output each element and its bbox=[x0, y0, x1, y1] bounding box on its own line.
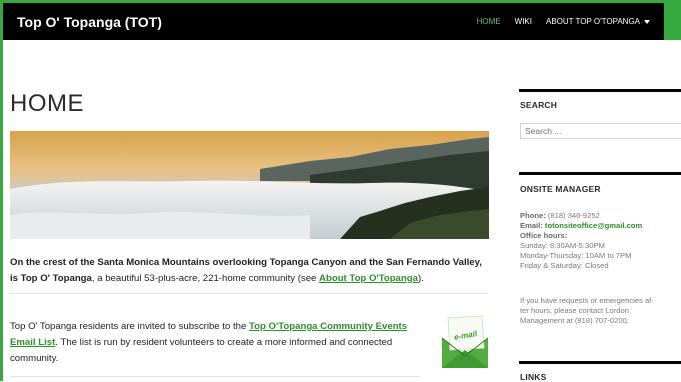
intro-paragraph: On the crest of the Santa Monica Mountai… bbox=[10, 255, 488, 287]
intro-text: , a beautiful 53-plus-acre, 221-home com… bbox=[91, 272, 320, 284]
phone-value: (818) 346-9252 bbox=[547, 211, 600, 220]
divider bbox=[10, 293, 488, 294]
promo-text: Top O' Topanga residents are invited to … bbox=[10, 320, 249, 332]
after-hours-line: ter hours, please contact Lordon bbox=[520, 306, 629, 315]
after-hours-note: If you have requests or emergencies af- … bbox=[520, 296, 681, 326]
sidebar-rule bbox=[519, 361, 681, 364]
hours-weekdays: Monday-Thursday: 10AM to 7PM bbox=[520, 251, 632, 260]
promo-tail: . The list is run by resident volunteers… bbox=[10, 336, 393, 364]
manager-email-link[interactable]: totonsiteoffice@gmail.com bbox=[545, 221, 642, 230]
divider bbox=[10, 376, 420, 377]
hero-landscape-image bbox=[10, 131, 489, 239]
site-title-link[interactable]: Top O' Topanga (TOT) bbox=[17, 14, 162, 30]
email-list-paragraph: Top O' Topanga residents are invited to … bbox=[10, 319, 420, 367]
search-input[interactable] bbox=[520, 123, 681, 139]
email-label: Email: bbox=[520, 221, 543, 230]
onsite-manager-heading: ONSITE MANAGER bbox=[520, 184, 601, 194]
page-accent-edge bbox=[0, 0, 3, 381]
onsite-manager-contact: Phone: (818) 346-9252 Email: totonsiteof… bbox=[520, 211, 681, 271]
intro-tail: ). bbox=[417, 272, 424, 284]
email-envelope-icon[interactable]: e-mail bbox=[438, 312, 492, 372]
sidebar: SEARCH ONSITE MANAGER Phone: (818) 346-9… bbox=[519, 0, 681, 382]
after-hours-line: If you have requests or emergencies af- bbox=[520, 296, 654, 305]
email-line: Email: totonsiteoffice@gmail.com bbox=[520, 221, 681, 231]
phone-line: Phone: (818) 346-9252 bbox=[520, 211, 681, 221]
sidebar-rule bbox=[519, 172, 681, 175]
hours-weekend: Friday & Saturday: Closed bbox=[520, 261, 609, 270]
hours-label: Office hours: bbox=[520, 231, 568, 240]
hours-sunday: Sunday: 8:30AM-5:30PM bbox=[520, 241, 605, 250]
phone-label: Phone: bbox=[520, 211, 546, 220]
page-title: HOME bbox=[10, 90, 84, 117]
search-heading: SEARCH bbox=[520, 100, 558, 110]
about-link[interactable]: About Top O'Topanga bbox=[319, 273, 418, 284]
after-hours-line: Management at (818) 707-0200. bbox=[520, 316, 629, 325]
sidebar-rule bbox=[519, 89, 681, 92]
nav-item-home[interactable]: HOME bbox=[477, 17, 501, 26]
